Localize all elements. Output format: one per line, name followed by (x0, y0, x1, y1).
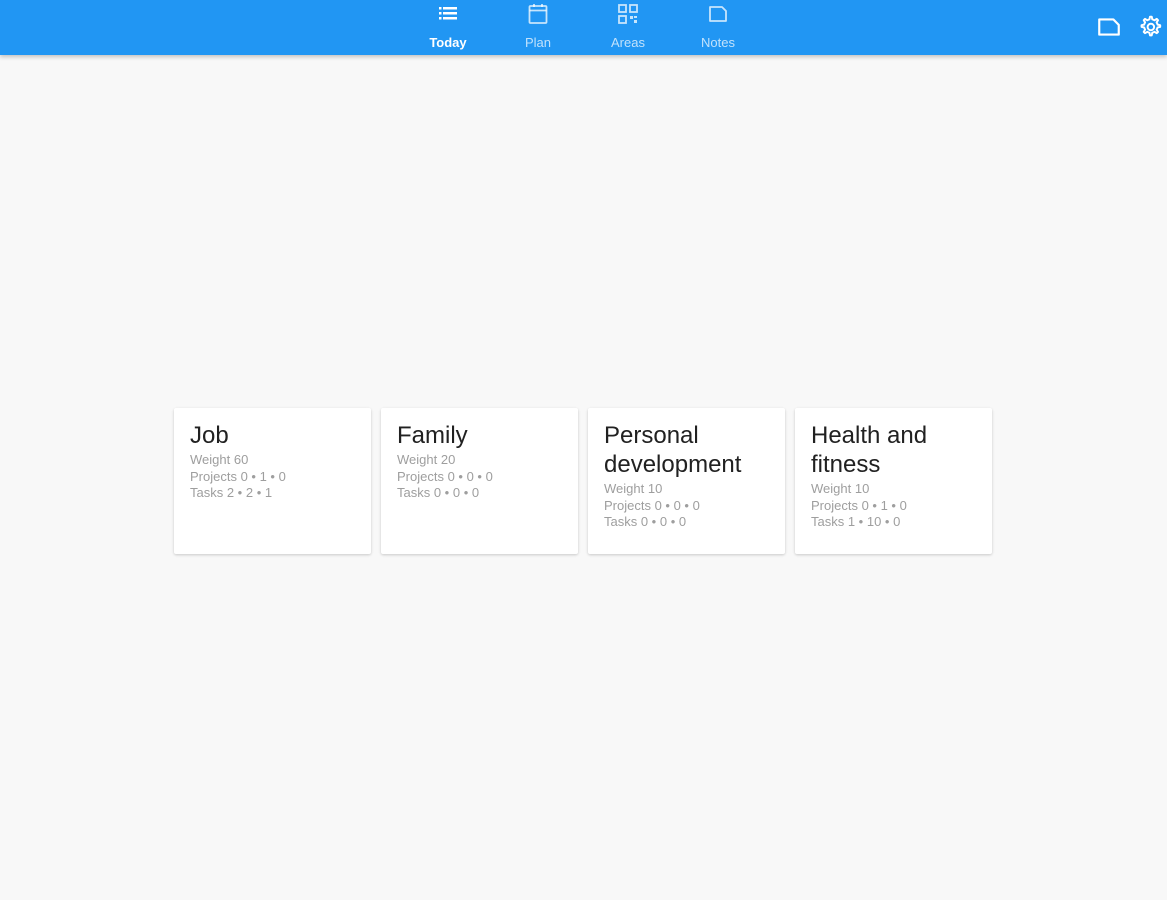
tab-notes[interactable]: Notes (673, 0, 763, 55)
area-tasks: Tasks 0 • 0 • 0 (397, 485, 480, 500)
areas-list: Job Weight 60 Projects 0 • 1 • 0 Tasks 2… (174, 408, 992, 554)
gear-icon (1137, 15, 1163, 44)
tab-label: Notes (701, 35, 735, 50)
app-bar: Today Plan Areas Notes (0, 0, 1167, 55)
tab-areas[interactable]: Areas (583, 0, 673, 55)
settings-button[interactable] (1137, 14, 1163, 40)
tab-label: Areas (611, 35, 645, 50)
area-title: Family (397, 422, 468, 449)
area-title: Job (190, 422, 229, 449)
area-weight: Weight 20 (397, 452, 456, 467)
area-card-health-and-fitness[interactable]: Health and fitness Weight 10 Projects 0 … (795, 408, 992, 554)
area-projects: Projects 0 • 1 • 0 (190, 468, 286, 484)
area-projects: Projects 0 • 1 • 0 (811, 497, 907, 513)
area-tasks: Tasks 0 • 0 • 0 (604, 514, 687, 529)
tab-today[interactable]: Today (403, 0, 493, 55)
area-card-family[interactable]: Family Weight 20 Projects 0 • 0 • 0 Task… (381, 408, 578, 554)
note-icon (706, 2, 730, 26)
grid-icon (616, 2, 640, 26)
area-weight: Weight 10 (811, 481, 870, 496)
tab-label: Plan (524, 35, 552, 50)
list-icon (436, 2, 460, 26)
tab-label: Today (429, 35, 467, 50)
tab-bar: Today Plan Areas Notes (403, 0, 763, 55)
area-projects: Projects 0 • 0 • 0 (397, 468, 493, 484)
tab-plan[interactable]: Plan (493, 0, 583, 55)
area-card-personal-development[interactable]: Personal development Weight 10 Projects … (588, 408, 785, 554)
note-icon (1096, 18, 1122, 44)
area-title: Personal development (604, 422, 742, 478)
area-weight: Weight 10 (604, 481, 663, 496)
area-projects: Projects 0 • 0 • 0 (604, 497, 700, 513)
area-card-job[interactable]: Job Weight 60 Projects 0 • 1 • 0 Tasks 2… (174, 408, 371, 554)
area-title: Health and fitness (811, 422, 928, 478)
area-tasks: Tasks 1 • 10 • 0 (811, 514, 901, 529)
add-note-button[interactable] (1096, 14, 1122, 40)
calendar-icon (526, 2, 550, 26)
area-weight: Weight 60 (190, 452, 249, 467)
area-tasks: Tasks 2 • 2 • 1 (190, 485, 273, 500)
